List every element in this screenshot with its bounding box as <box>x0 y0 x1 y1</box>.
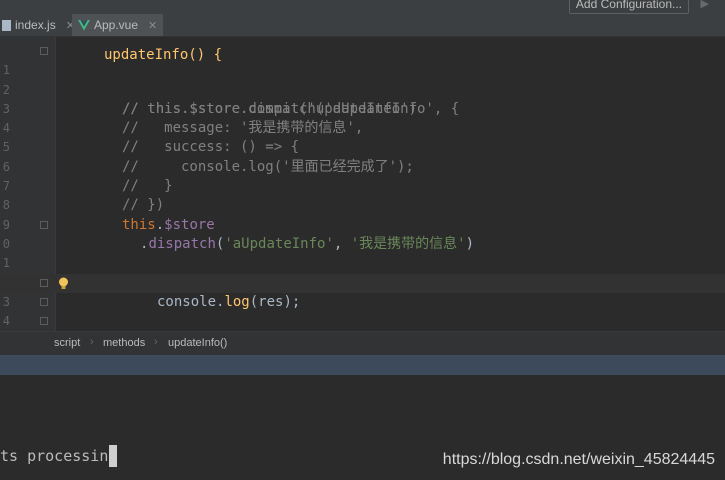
breadcrumb-item-method[interactable]: updateInfo() <box>168 337 227 349</box>
breadcrumb-item-methods[interactable]: methods <box>103 337 145 349</box>
fold-marker-icon[interactable] <box>40 317 48 326</box>
code-line: 3 // message: '我是携带的信息', <box>2 101 364 137</box>
fold-marker-icon[interactable] <box>40 297 48 306</box>
fold-marker-icon[interactable] <box>40 278 48 287</box>
chevron-right-icon: › <box>90 336 94 348</box>
chevron-right-icon: › <box>154 336 158 348</box>
code-line: 4 // success: () => { <box>2 121 300 156</box>
breadcrumb: script › methods › updateInfo() <box>0 331 725 356</box>
terminal-panel-header <box>0 355 725 375</box>
code-line: 1 // this.$store.commit('updateInfo') <box>0 42 725 117</box>
terminal-panel[interactable]: ts processing https://blog.csdn.net/weix… <box>0 375 725 480</box>
code-line: 2 console.log(res); <box>3 276 301 310</box>
fold-marker-icon[interactable] <box>40 47 48 55</box>
lightbulb-icon[interactable] <box>58 277 69 290</box>
fold-marker-icon[interactable] <box>40 220 48 229</box>
watermark: https://blog.csdn.net/weixin_45824445 <box>442 451 715 468</box>
terminal-cursor <box>109 445 117 467</box>
code-line: 1 console.log('里面完成了提交'); <box>2 256 390 290</box>
run-icon[interactable]: ▶ <box>701 0 709 10</box>
code-line: 5 // console.log('里面已经完成了'); <box>2 140 414 175</box>
code-editor[interactable]: updateInfo() { 1 // this.$store.commit('… <box>0 37 725 387</box>
code-line: 7 // }) <box>2 179 165 214</box>
code-line: 0 .then(res => { <box>0 216 725 291</box>
code-line: 9 .dispatch('aUpdateInfo', '我是携带的信息') <box>2 217 475 252</box>
code-line: 6 // } <box>2 159 173 195</box>
code-line: 5 } <box>0 312 725 387</box>
code-line-current: 3 }) <box>0 273 725 368</box>
terminal-output: ts processing <box>0 447 118 465</box>
breadcrumb-item-script[interactable]: script <box>54 337 80 349</box>
code-line: 4 } <box>0 293 725 368</box>
code-line: 8 this.$store <box>2 198 215 233</box>
add-configuration-button[interactable]: Add Configuration... <box>568 0 689 14</box>
code-line: 2 // this.$store.dispatch('aUpdateInfo',… <box>2 82 460 117</box>
